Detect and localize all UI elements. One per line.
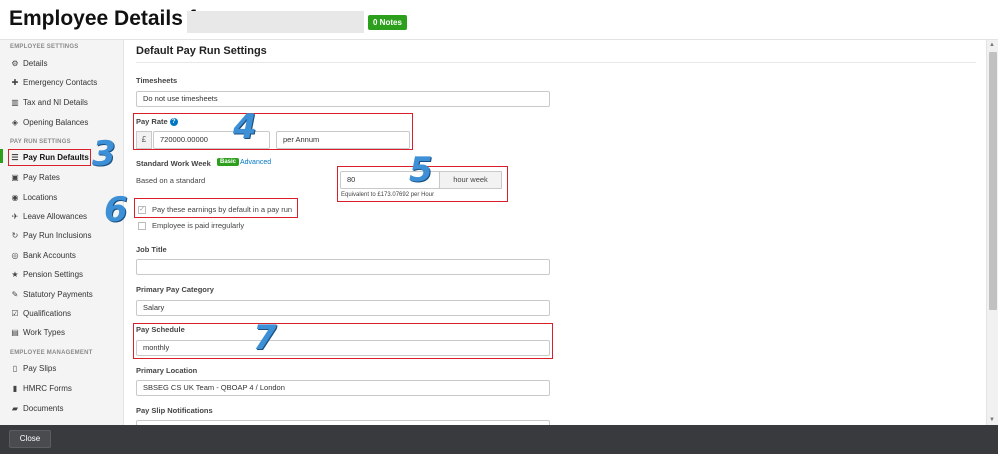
footer-bar: Close [0, 425, 998, 454]
primary-location-label: Primary Location [136, 366, 198, 375]
annotation-box-7 [133, 323, 553, 359]
sidebar-item-label: Locations [23, 192, 58, 202]
file-icon: ▮ [12, 383, 18, 393]
check-square-icon: ☑ [11, 308, 19, 318]
globe-icon: ◉ [11, 192, 19, 202]
annotation-number-5: 5 [409, 150, 433, 190]
redacted-employee-name [187, 11, 364, 33]
sidebar-item-label: Pension Settings [23, 269, 84, 279]
annotation-number-3: 3 [92, 134, 116, 174]
scroll-down-arrow-icon[interactable]: ▼ [989, 417, 995, 423]
sidebar-item-qualifications[interactable]: ☑ Qualifications [10, 306, 71, 320]
sidebar-item-label: Documents [23, 403, 64, 413]
annotation-number-6: 6 [104, 190, 128, 230]
annotation-number-4: 4 [233, 107, 257, 147]
sidebar-item-label: Emergency Contacts [23, 77, 98, 87]
sidebar-section-employee-management: EMPLOYEE MANAGEMENT [10, 350, 93, 356]
main-content: Default Pay Run Settings Timesheets Do n… [125, 40, 985, 425]
primary-location-select[interactable]: SBSEG CS UK Team - QBOAP 4 / London [136, 380, 550, 396]
close-button[interactable]: Close [9, 430, 51, 448]
sidebar-item-label: Pay Run Inclusions [23, 230, 92, 240]
primary-pay-category-label: Primary Pay Category [136, 285, 214, 294]
sidebar-item-statutory-payments[interactable]: ✎ Statutory Payments [10, 287, 93, 301]
sidebar-item-locations[interactable]: ◉ Locations [10, 190, 58, 204]
sidebar-item-label: Details [23, 58, 48, 68]
based-on-text: Based on a standard [136, 176, 206, 185]
sidebar-item-label: Leave Allowances [23, 211, 88, 221]
refresh-icon: ↻ [11, 230, 19, 240]
sidebar-item-hmrc-forms[interactable]: ▮ HMRC Forms [10, 381, 72, 395]
sidebar-item-tax-ni[interactable]: ▥ Tax and NI Details [10, 95, 88, 109]
primary-pay-category-select[interactable]: Salary [136, 300, 550, 316]
plane-icon: ✈ [11, 211, 19, 221]
sidebar-item-pay-run-inclusions[interactable]: ↻ Pay Run Inclusions [10, 228, 92, 242]
annotation-box-4 [133, 113, 413, 150]
pay-slip-notifications-label: Pay Slip Notifications [136, 406, 213, 415]
irregular-checkbox[interactable] [138, 222, 146, 230]
active-indicator [0, 149, 3, 163]
section-title: Default Pay Run Settings [136, 45, 267, 57]
sidebar-item-work-types[interactable]: ▤ Work Types [10, 325, 65, 339]
sidebar-item-label: Pay Slips [23, 363, 57, 373]
scroll-thumb[interactable] [989, 52, 997, 310]
sidebar-item-details[interactable]: ⚙ Details [10, 56, 47, 70]
sidebar-item-label: Bank Accounts [23, 250, 76, 260]
annotation-box-3 [8, 149, 91, 166]
standard-work-week-label: Standard Work Week [136, 159, 211, 168]
annotation-number-7: 7 [253, 318, 277, 358]
plus-icon: ✚ [11, 77, 19, 87]
basic-toggle[interactable]: Basic [217, 158, 240, 166]
wrench-icon: ✎ [11, 289, 19, 299]
sidebar-item-emergency-contacts[interactable]: ✚ Emergency Contacts [10, 75, 98, 89]
job-title-input[interactable] [136, 259, 550, 275]
page-title: Employee Details for [9, 7, 217, 30]
sidebar-item-label: HMRC Forms [23, 383, 72, 393]
bank-icon: ▥ [11, 97, 19, 107]
coin-icon: ◎ [11, 250, 19, 260]
sidebar-section-employee-settings: EMPLOYEE SETTINGS [10, 44, 79, 50]
sidebar-item-label: Work Types [23, 327, 65, 337]
sidebar-item-label: Qualifications [23, 308, 72, 318]
divider [136, 62, 976, 63]
scroll-up-arrow-icon[interactable]: ▲ [989, 42, 995, 48]
money-icon: ▣ [11, 172, 19, 182]
notes-badge[interactable]: 0 Notes [368, 15, 407, 30]
document-icon: ▯ [12, 363, 18, 373]
sidebar-item-label: Tax and NI Details [23, 97, 88, 107]
page-header: Employee Details for 0 Notes [0, 0, 998, 40]
star-icon: ★ [11, 269, 19, 279]
sidebar-item-documents[interactable]: ▰ Documents [10, 401, 64, 415]
job-title-label: Job Title [136, 245, 167, 254]
sidebar-item-bank-accounts[interactable]: ◎ Bank Accounts [10, 248, 76, 262]
sidebar-item-label: Statutory Payments [23, 289, 93, 299]
folder-icon: ▰ [11, 403, 19, 413]
sidebar-item-pay-slips[interactable]: ▯ Pay Slips [10, 361, 57, 375]
annotation-box-6 [134, 198, 298, 218]
advanced-link[interactable]: Advanced [240, 159, 271, 166]
scrollbar[interactable]: ▲ ▼ [986, 40, 998, 425]
tag-icon: ◈ [11, 117, 19, 127]
book-icon: ▤ [11, 327, 19, 337]
sidebar: EMPLOYEE SETTINGS ⚙ Details ✚ Emergency Co… [0, 40, 124, 425]
sidebar-section-pay-run-settings: PAY RUN SETTINGS [10, 139, 71, 145]
timesheets-select[interactable]: Do not use timesheets [136, 91, 550, 107]
sidebar-item-pay-rates[interactable]: ▣ Pay Rates [10, 170, 60, 184]
irregular-label: Employee is paid irregularly [152, 221, 245, 230]
sidebar-item-leave-allowances[interactable]: ✈ Leave Allowances [10, 209, 87, 223]
timesheets-label: Timesheets [136, 76, 178, 85]
sidebar-item-pension-settings[interactable]: ★ Pension Settings [10, 267, 83, 281]
gear-icon: ⚙ [11, 58, 19, 68]
sidebar-item-opening-balances[interactable]: ◈ Opening Balances [10, 115, 88, 129]
sidebar-item-label: Pay Rates [23, 172, 60, 182]
sidebar-item-label: Opening Balances [23, 117, 89, 127]
